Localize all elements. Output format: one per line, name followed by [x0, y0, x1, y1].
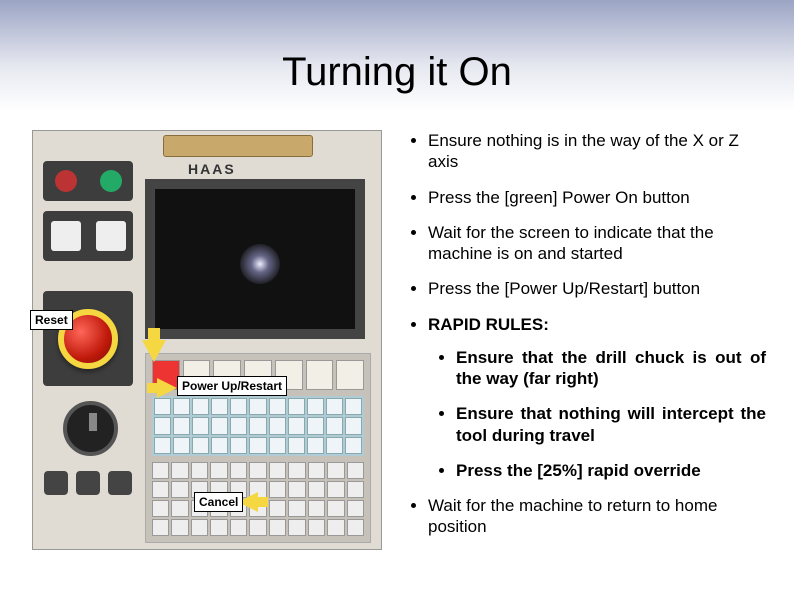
- arrow-down-icon: [142, 340, 166, 362]
- brand-label: HAAS: [188, 161, 236, 177]
- gauge-icon: [51, 221, 81, 251]
- keypad-grid-upper: [152, 396, 364, 456]
- aux-button-icon: [108, 471, 132, 495]
- text-column: Ensure nothing is in the way of the X or…: [392, 130, 766, 575]
- gauge-box: [43, 211, 133, 261]
- bullet-item: Wait for the screen to indicate that the…: [428, 222, 766, 265]
- aux-buttons: [43, 471, 133, 511]
- aux-button-icon: [76, 471, 100, 495]
- gauge-icon: [96, 221, 126, 251]
- key-icon: [336, 360, 364, 390]
- sub-bullet-item: Ensure that nothing will intercept the t…: [456, 403, 766, 446]
- machine-panel-illustration: HAAS: [32, 130, 382, 550]
- callout-cancel: Cancel: [194, 492, 243, 512]
- sub-bullet-item: Ensure that the drill chuck is out of th…: [456, 347, 766, 390]
- crt-screen: [145, 179, 365, 339]
- power-on-button-icon: [100, 170, 122, 192]
- rapid-rules-heading: RAPID RULES:: [428, 315, 549, 334]
- aux-button-icon: [44, 471, 68, 495]
- power-button-box: [43, 161, 133, 201]
- callout-power-up: Power Up/Restart: [177, 376, 287, 396]
- key-icon: [306, 360, 334, 390]
- bullet-item: Ensure nothing is in the way of the X or…: [428, 130, 766, 173]
- bullet-item: Wait for the machine to return to home p…: [428, 495, 766, 538]
- callout-reset: Reset: [30, 310, 73, 330]
- emergency-stop-box: [43, 291, 133, 386]
- bullet-item: RAPID RULES: Ensure that the drill chuck…: [428, 314, 766, 482]
- handle-jog-dial-icon: [63, 401, 118, 456]
- power-off-button-icon: [55, 170, 77, 192]
- sub-bullet-item: Press the [25%] rapid override: [456, 460, 766, 481]
- bullet-item: Press the [Power Up/Restart] button: [428, 278, 766, 299]
- arrow-right-icon: [157, 378, 177, 398]
- content-area: HAAS: [32, 130, 766, 575]
- image-column: HAAS: [32, 130, 392, 560]
- bullet-list: Ensure nothing is in the way of the X or…: [404, 130, 766, 538]
- bullet-item: Press the [green] Power On button: [428, 187, 766, 208]
- name-plate: [163, 135, 313, 157]
- slide: Turning it On HAAS: [0, 0, 794, 595]
- sub-bullet-list: Ensure that the drill chuck is out of th…: [428, 347, 766, 481]
- slide-title: Turning it On: [0, 50, 794, 95]
